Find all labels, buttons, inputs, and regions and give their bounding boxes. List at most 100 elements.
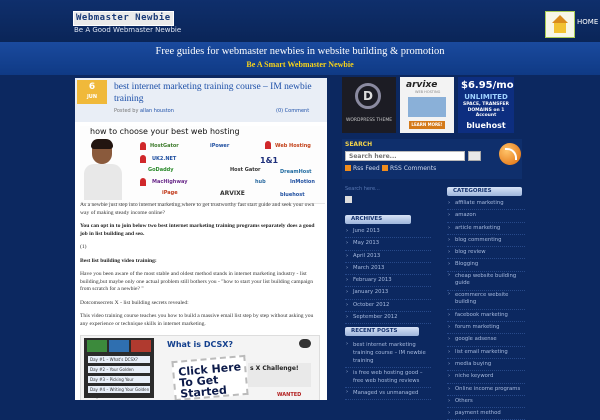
hosting-brand: HostGator: [150, 143, 179, 149]
recent-posts-list: best internet marketing training course …: [345, 340, 431, 400]
site-banner: Free guides for webmaster newbies in web…: [0, 42, 600, 75]
search-input[interactable]: [345, 151, 465, 161]
sidebar-search-icon[interactable]: [345, 196, 352, 203]
home-body-shape: [554, 23, 566, 33]
post-date-badge: 6 JUN: [77, 80, 107, 104]
search-label: SEARCH: [345, 141, 373, 148]
category-link[interactable]: payment method: [447, 408, 525, 420]
home-icon[interactable]: [545, 11, 575, 38]
panel-line: Day #1 – What's DCSX?: [88, 356, 150, 363]
sidebar-search-label[interactable]: Search here...: [345, 186, 380, 192]
bluehost-ad[interactable]: $6.95/mo UNLIMITED SPACE, TRANSFER DOMAI…: [458, 77, 514, 133]
top-header: Webmaster Newbie Be A Good Webmaster New…: [0, 0, 600, 42]
banner-subheadline: Be A Smart Webmaster Newbie: [246, 60, 354, 69]
rss-comments-link[interactable]: RSS Comments: [390, 165, 436, 172]
category-link[interactable]: forum marketing: [447, 322, 525, 335]
archives-list: June 2013 May 2013 April 2013 March 2013…: [345, 226, 431, 325]
speech-bubble-icon: [299, 339, 311, 348]
post-paragraph: Dotcomsecrets X - list building secrets …: [80, 299, 189, 306]
hosting-brand: DreamHost: [280, 169, 312, 175]
category-link[interactable]: blog review: [447, 247, 525, 260]
category-link[interactable]: cheap website building guide: [447, 272, 525, 291]
course-heading: What is DCSX?: [167, 340, 234, 349]
site-tagline: Be A Good Webmaster Newbie: [74, 26, 182, 34]
category-link[interactable]: media buying: [447, 359, 525, 372]
panel-line: Day #4 – Writing Your Golden Sequence: [88, 386, 150, 399]
panel-tab: [87, 340, 107, 352]
panel-tab: [131, 340, 151, 352]
site-logo[interactable]: Webmaster Newbie: [73, 11, 174, 26]
post-paragraph: This video training course teaches you h…: [80, 313, 314, 327]
category-link[interactable]: Others: [447, 396, 525, 409]
category-link[interactable]: Online income programs: [447, 384, 525, 396]
category-link[interactable]: blog commenting: [447, 235, 525, 248]
rss-small-icon: [382, 165, 388, 171]
hosting-brand: bluehost: [280, 192, 305, 198]
archive-link[interactable]: April 2013: [345, 251, 431, 263]
archive-link[interactable]: September 2012: [345, 312, 431, 325]
recent-posts-heading: RECENT POSTS: [345, 327, 419, 336]
panel-line: Day #3 – Picking Your Offer(s): [88, 376, 150, 389]
question-mark-icon: [265, 141, 271, 149]
home-label[interactable]: HOME: [577, 18, 598, 26]
category-link[interactable]: Blogging: [447, 259, 525, 272]
post-paragraph: As a newbie just step into internet mark…: [80, 202, 315, 216]
recent-post-link[interactable]: best internet marketing training course …: [345, 340, 431, 368]
archive-link[interactable]: June 2013: [345, 226, 431, 239]
image-title: how to choose your best web hosting: [90, 127, 240, 136]
hosting-brand: hub: [255, 179, 266, 185]
search-button[interactable]: [468, 151, 481, 161]
archive-link[interactable]: October 2012: [345, 300, 431, 313]
arvixe-ad[interactable]: arvixe WEB HOSTING LEARN MORE!: [400, 77, 454, 133]
recent-post-link[interactable]: is free web hosting good – free web host…: [345, 368, 431, 388]
category-link[interactable]: facebook marketing: [447, 310, 525, 323]
ad-banners: D WORDPRESS THEME arvixe WEB HOSTING LEA…: [342, 77, 516, 137]
question-mark-icon: [140, 142, 146, 150]
archive-link[interactable]: January 2013: [345, 287, 431, 300]
rss-icon[interactable]: [499, 143, 521, 165]
panel-line: Day #2 – Your Golden Sequence: [88, 366, 150, 379]
course-promo-image[interactable]: Day #1 – What's DCSX? Day #2 – Your Gold…: [80, 335, 320, 400]
category-link[interactable]: amazon: [447, 210, 525, 223]
categories-list: affiliate marketing amazon article marke…: [447, 198, 525, 420]
archive-link[interactable]: March 2013: [345, 263, 431, 276]
ad-price: $6.95/mo: [461, 80, 514, 91]
category-link[interactable]: affiliate marketing: [447, 198, 525, 211]
arvixe-logo: arvixe: [406, 80, 438, 90]
wordpress-theme-ad[interactable]: D WORDPRESS THEME: [342, 77, 396, 133]
post-title-link[interactable]: best internet marketing training course …: [114, 81, 324, 105]
category-link[interactable]: google adsense: [447, 334, 525, 347]
post-header: 6 JUN best internet marketing training c…: [75, 78, 327, 122]
archive-link[interactable]: February 2013: [345, 275, 431, 288]
hosting-brand: UK2.NET: [152, 156, 177, 162]
learn-more-button[interactable]: LEARN MORE!: [409, 121, 445, 129]
ad-subtext: WEB HOSTING: [415, 90, 441, 94]
theme-logo-icon: D: [355, 83, 381, 109]
post-comments-link[interactable]: (0) Comment: [276, 108, 309, 114]
hosting-brand: MacHighway: [152, 179, 188, 185]
person-hair: [91, 139, 113, 149]
ad-text: WORDPRESS THEME: [345, 118, 393, 123]
post-content: how to choose your best web hosting Host…: [75, 122, 327, 400]
categories-heading: CATEGORIES: [447, 187, 522, 196]
search-block: SEARCH Rss Feed RSS Comments: [342, 139, 522, 179]
recent-post-link[interactable]: Managed vs unmanaged: [345, 388, 431, 400]
category-link[interactable]: article marketing: [447, 223, 525, 235]
question-mark-icon: [140, 155, 146, 163]
post-paragraph: Best list building video training:: [80, 257, 157, 264]
hosting-brand: ARVIXE: [220, 190, 245, 197]
post-date-day: 6: [88, 82, 96, 92]
category-link[interactable]: niche keyword: [447, 371, 525, 384]
post-paragraph: You can opt in to join below two best in…: [80, 223, 315, 237]
web-hosting-image: how to choose your best web hosting Host…: [80, 126, 325, 204]
post-author-link[interactable]: allan houston: [140, 108, 174, 114]
hosting-brand: 1&1: [260, 156, 279, 165]
category-link[interactable]: ecommerce website building: [447, 291, 525, 310]
category-link[interactable]: list email marketing: [447, 347, 525, 359]
archive-link[interactable]: May 2013: [345, 238, 431, 251]
challenge-text: s X Challenge!: [248, 363, 311, 387]
hosting-brand: InMotion: [290, 179, 315, 185]
click-here-card[interactable]: Click Here To Get Started: [171, 354, 249, 400]
rss-feed-link[interactable]: Rss Feed: [353, 165, 380, 172]
hosting-brand: GoDaddy: [148, 167, 174, 173]
